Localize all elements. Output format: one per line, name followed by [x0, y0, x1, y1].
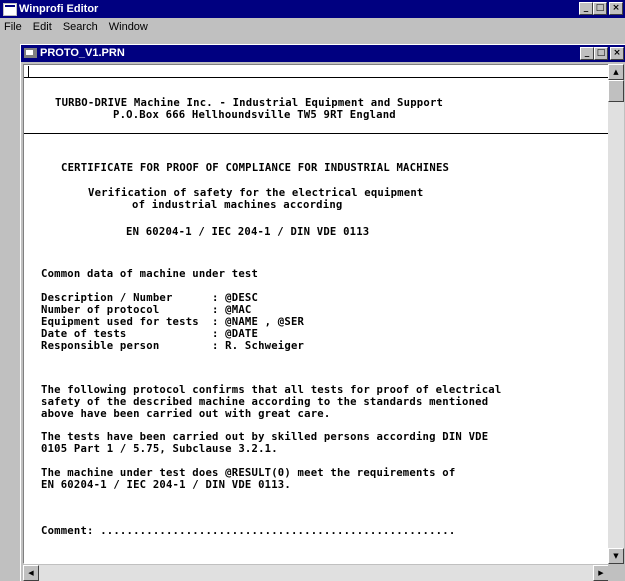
- doc-line: 0105 Part 1 / 5.75, Subclause 3.2.1.: [41, 443, 278, 455]
- doc-line: P.O.Box 666 Hellhoundsville TW5 9RT Engl…: [113, 109, 396, 121]
- app-close-button[interactable]: ×: [609, 2, 623, 15]
- divider: [24, 133, 608, 134]
- app-title: Winprofi Editor: [19, 3, 99, 15]
- doc-line: EN 60204-1 / IEC 204-1 / DIN VDE 0113: [126, 226, 370, 238]
- document-window: PROTO_V1.PRN _ □ × TURBO-DRIVE Machine I…: [20, 44, 625, 581]
- doc-line: Date of tests : @DATE: [41, 328, 259, 340]
- document-text-area[interactable]: TURBO-DRIVE Machine Inc. - Industrial Eq…: [23, 64, 609, 564]
- scroll-down-button[interactable]: ▼: [608, 548, 624, 564]
- doc-line: Verification of safety for the electrica…: [88, 187, 424, 199]
- doc-line: Comment: ...............................…: [41, 525, 456, 537]
- doc-line: The machine under test does @RESULT(0) m…: [41, 467, 456, 479]
- top-line: [24, 65, 608, 78]
- doc-line: CERTIFICATE FOR PROOF OF COMPLIANCE FOR …: [61, 162, 450, 174]
- doc-line: Equipment used for tests : @NAME , @SER: [41, 316, 305, 328]
- vertical-scrollbar[interactable]: ▲ ▼: [608, 64, 624, 564]
- scroll-left-button[interactable]: ◀: [23, 565, 39, 581]
- menu-file[interactable]: File: [0, 18, 26, 34]
- scroll-thumb[interactable]: [608, 80, 624, 102]
- size-grip[interactable]: [608, 565, 624, 581]
- doc-line: of industrial machines according: [132, 199, 343, 211]
- document-icon: [24, 48, 37, 58]
- scroll-up-button[interactable]: ▲: [608, 64, 624, 80]
- doc-line: TURBO-DRIVE Machine Inc. - Industrial Eq…: [55, 97, 444, 109]
- app-title-bar: Winprofi Editor _ □ ×: [0, 0, 625, 18]
- doc-minimize-button[interactable]: _: [580, 47, 594, 60]
- doc-line: Common data of machine under test: [41, 268, 259, 280]
- app-icon: [3, 3, 17, 16]
- menu-search[interactable]: Search: [59, 18, 102, 34]
- scroll-right-button[interactable]: ▶: [593, 565, 609, 581]
- doc-maximize-button[interactable]: □: [594, 47, 608, 60]
- horizontal-scrollbar[interactable]: ◀ ▶: [23, 565, 609, 581]
- doc-line: safety of the described machine accordin…: [41, 396, 489, 408]
- doc-line: The following protocol confirms that all…: [41, 384, 502, 396]
- menu-window[interactable]: Window: [105, 18, 152, 34]
- winprofi-editor-window: Winprofi Editor _ □ × File Edit Search W…: [0, 0, 625, 581]
- doc-line: Number of protocol : @MAC: [41, 304, 252, 316]
- doc-line: EN 60204-1 / IEC 204-1 / DIN VDE 0113.: [41, 479, 291, 491]
- app-maximize-button[interactable]: □: [593, 2, 607, 15]
- document-title: PROTO_V1.PRN: [40, 47, 125, 59]
- text-cursor: [28, 66, 29, 77]
- app-minimize-button[interactable]: _: [579, 2, 593, 15]
- doc-line: Responsible person : R. Schweiger: [41, 340, 305, 352]
- doc-close-button[interactable]: ×: [610, 47, 624, 60]
- doc-line: above have been carried out with great c…: [41, 408, 331, 420]
- doc-line: Description / Number : @DESC: [41, 292, 259, 304]
- doc-line: The tests have been carried out by skill…: [41, 431, 489, 443]
- document-title-bar: PROTO_V1.PRN _ □ ×: [21, 45, 625, 62]
- menu-bar: File Edit Search Window: [0, 18, 625, 36]
- menu-edit[interactable]: Edit: [29, 18, 56, 34]
